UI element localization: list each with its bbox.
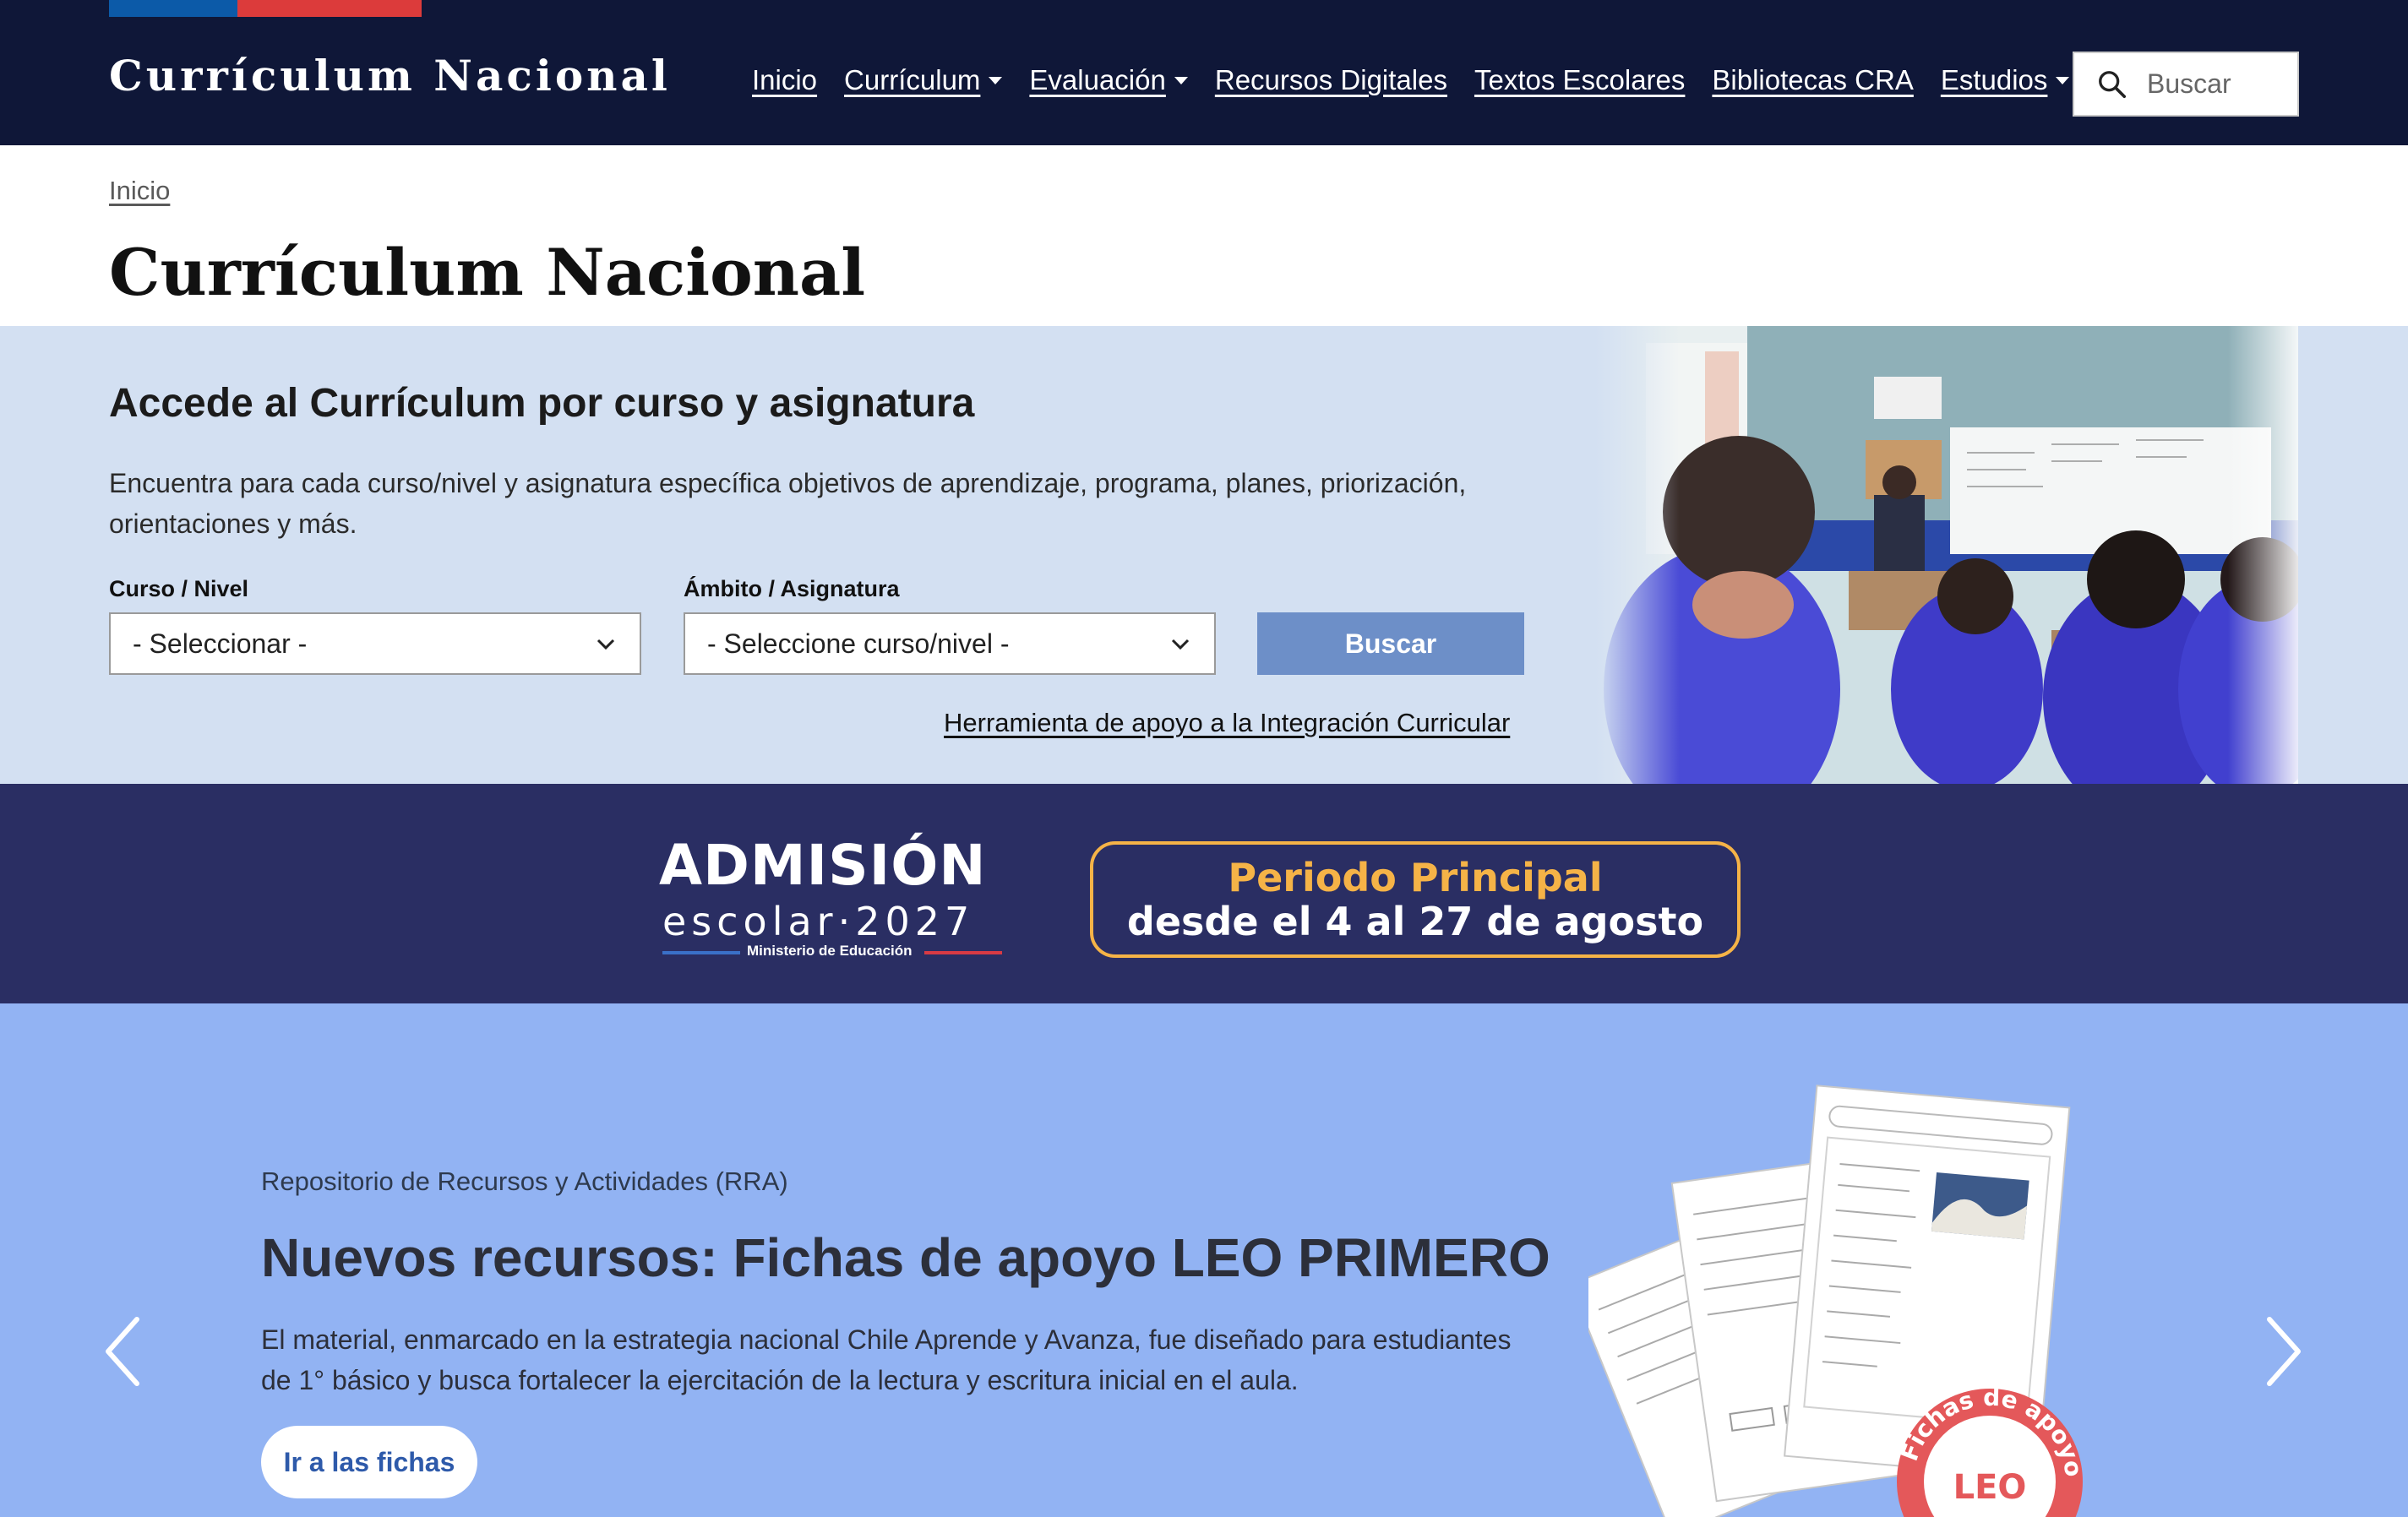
ministry-label: Ministerio de Educación bbox=[747, 943, 913, 959]
search-input[interactable] bbox=[2147, 68, 2291, 100]
page-title: Currículum Nacional bbox=[109, 235, 866, 310]
flag-stripe-blue bbox=[109, 0, 237, 17]
admision-logo: ADMISIÓN escolar·2027 Ministerio de Educ… bbox=[659, 833, 1005, 960]
fichas-illustration: Fichas de apoyo LEO bbox=[1588, 1085, 2088, 1517]
admision-banner[interactable]: ADMISIÓN escolar·2027 Ministerio de Educ… bbox=[0, 784, 2408, 1003]
curriculum-heading: Accede al Currículum por curso y asignat… bbox=[109, 381, 975, 426]
curso-label: Curso / Nivel bbox=[109, 576, 249, 601]
flag-stripe-red bbox=[237, 0, 422, 17]
curriculum-search-section: Accede al Currículum por curso y asignat… bbox=[0, 326, 2408, 784]
nav-item-estudios[interactable]: Estudios bbox=[1941, 64, 2070, 96]
rra-kicker: Repositorio de Recursos y Actividades (R… bbox=[261, 1166, 788, 1196]
chevron-left-icon[interactable] bbox=[98, 1311, 149, 1392]
breadcrumb-inicio[interactable]: Inicio bbox=[109, 176, 170, 206]
site-brand[interactable]: Currículum Nacional bbox=[109, 51, 671, 101]
caret-down-icon bbox=[2056, 76, 2070, 84]
period-title: Periodo Principal bbox=[1228, 855, 1603, 900]
rra-carousel: Repositorio de Recursos y Actividades (R… bbox=[0, 1003, 2408, 1517]
curso-select-value: - Seleccionar - bbox=[133, 628, 308, 659]
header-search[interactable] bbox=[2073, 52, 2299, 117]
admision-title: ADMISIÓN bbox=[659, 833, 987, 898]
rra-description: El material, enmarcado en la estrategia … bbox=[261, 1324, 1512, 1395]
buscar-button[interactable]: Buscar bbox=[1257, 612, 1524, 675]
nav-item-inicio[interactable]: Inicio bbox=[752, 64, 817, 96]
ambito-label: Ámbito / Asignatura bbox=[684, 576, 900, 601]
rra-title: Nuevos recursos: Fichas de apoyo LEO PRI… bbox=[261, 1227, 1550, 1288]
ir-a-fichas-button[interactable]: Ir a las fichas bbox=[261, 1426, 477, 1498]
nav-item-textos-escolares[interactable]: Textos Escolares bbox=[1474, 64, 1685, 96]
site-header: Currículum Nacional Inicio Currículum Ev… bbox=[0, 0, 2408, 145]
search-icon bbox=[2099, 70, 2127, 98]
nav-item-bibliotecas-cra[interactable]: Bibliotecas CRA bbox=[1712, 64, 1913, 96]
caret-down-icon bbox=[1174, 76, 1188, 84]
chevron-down-icon bbox=[1171, 639, 1190, 650]
main-nav: Inicio Currículum Evaluación Recursos Di… bbox=[752, 64, 2070, 96]
nav-item-curriculum[interactable]: Currículum bbox=[844, 64, 1003, 96]
period-box: Periodo Principal desde el 4 al 27 de ag… bbox=[1090, 841, 1741, 958]
curso-select[interactable]: - Seleccionar - bbox=[109, 612, 641, 675]
period-dates: desde el 4 al 27 de agosto bbox=[1126, 899, 1704, 944]
classroom-photo bbox=[1595, 326, 2298, 784]
logo-line-red bbox=[924, 951, 1002, 954]
leo-logo: LEO bbox=[1953, 1468, 2027, 1507]
curriculum-description: Encuentra para cada curso/nivel y asigna… bbox=[109, 468, 1467, 539]
ambito-select[interactable]: - Seleccione curso/nivel - bbox=[684, 612, 1216, 675]
caret-down-icon bbox=[989, 76, 1003, 84]
chevron-right-icon[interactable] bbox=[2258, 1311, 2308, 1392]
integration-tool-link[interactable]: Herramienta de apoyo a la Integración Cu… bbox=[944, 708, 1510, 738]
nav-item-evaluacion[interactable]: Evaluación bbox=[1029, 64, 1188, 96]
chevron-down-icon bbox=[597, 639, 615, 650]
ambito-select-value: - Seleccione curso/nivel - bbox=[707, 628, 1010, 659]
logo-line-blue bbox=[662, 951, 740, 954]
nav-item-recursos-digitales[interactable]: Recursos Digitales bbox=[1215, 64, 1447, 96]
admision-subtitle: escolar·2027 bbox=[662, 899, 975, 944]
